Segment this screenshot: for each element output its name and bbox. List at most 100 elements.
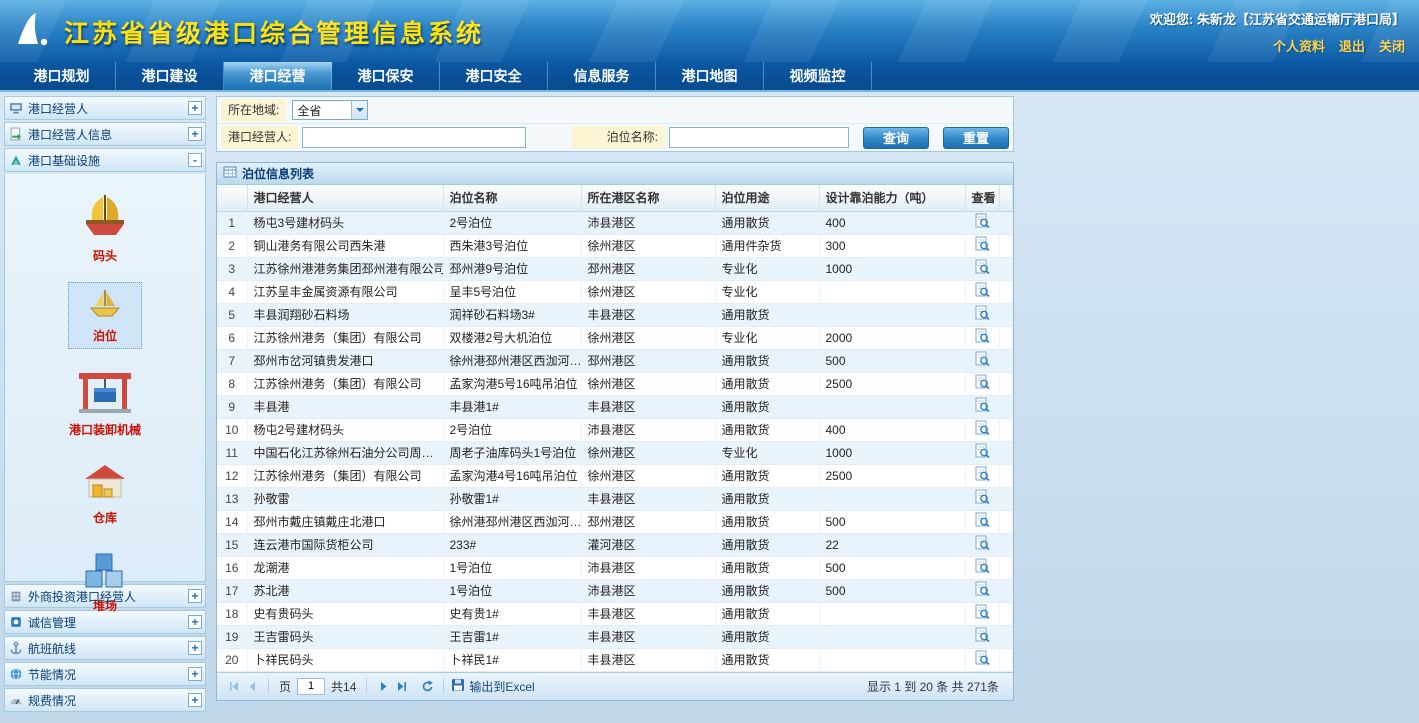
- view-record-icon[interactable]: [975, 236, 990, 252]
- expand-toggle[interactable]: +: [188, 693, 202, 707]
- last-page-icon[interactable]: [392, 677, 410, 695]
- view-record-icon[interactable]: [975, 420, 990, 436]
- nav-tab-port-planning[interactable]: 港口规划: [8, 62, 116, 90]
- table-row[interactable]: 20 卜祥民码头 卜祥民1# 丰县港区 通用散货: [217, 648, 1013, 671]
- operator-cell: 杨屯2号建材码头: [247, 418, 443, 441]
- table-row[interactable]: 19 王吉雷码头 王吉雷1# 丰县港区 通用散货: [217, 625, 1013, 648]
- table-row[interactable]: 2 铜山港务有限公司西朱港 西朱港3号泊位 徐州港区 通用件杂货 300: [217, 234, 1013, 257]
- view-record-icon[interactable]: [975, 535, 990, 551]
- region-select[interactable]: 全省: [292, 100, 368, 120]
- table-row[interactable]: 7 邳州市岔河镇贵发港口 徐州港邳州港区西泇河… 邳州港区 通用散货 500: [217, 349, 1013, 372]
- page-number-input[interactable]: [297, 678, 325, 695]
- view-cell: [965, 579, 999, 602]
- search-button[interactable]: 查询: [863, 127, 929, 149]
- nav-tab-port-map[interactable]: 港口地图: [656, 62, 764, 90]
- next-page-icon[interactable]: [374, 677, 392, 695]
- close-link[interactable]: 关闭: [1379, 36, 1405, 55]
- sidebar-item-port-operator[interactable]: 港口经营人 +: [4, 96, 206, 120]
- sidebar-item-routes[interactable]: 航班航线 +: [4, 636, 206, 660]
- view-record-icon[interactable]: [975, 374, 990, 390]
- content-area: 港口经营人 + 港口经营人信息 + 港口基础设施 -: [0, 92, 1419, 721]
- expand-toggle[interactable]: +: [188, 641, 202, 655]
- table-row[interactable]: 18 史有贵码头 史有贵1# 丰县港区 通用散货: [217, 602, 1013, 625]
- table-row[interactable]: 8 江苏徐州港务（集团）有限公司 孟家沟港5号16吨吊泊位 徐州港区 通用散货 …: [217, 372, 1013, 395]
- facility-item-warehouse[interactable]: 仓库: [64, 456, 146, 531]
- expand-toggle[interactable]: +: [188, 127, 202, 141]
- berth-name-cell: 孟家沟港5号16吨吊泊位: [443, 372, 581, 395]
- table-row[interactable]: 14 邳州市戴庄镇戴庄北港口 徐州港邳州港区西泇河… 邳州港区 通用散货 500: [217, 510, 1013, 533]
- expand-toggle[interactable]: +: [188, 615, 202, 629]
- profile-link[interactable]: 个人资料: [1273, 36, 1325, 55]
- export-excel-button[interactable]: 输出到Excel: [451, 678, 534, 695]
- expand-toggle[interactable]: +: [188, 589, 202, 603]
- usage-cell: 通用散货: [715, 602, 819, 625]
- table-row[interactable]: 10 杨屯2号建材码头 2号泊位 沛县港区 通用散货 400: [217, 418, 1013, 441]
- column-header-capacity[interactable]: 设计靠泊能力（吨）: [819, 185, 965, 211]
- nav-tab-info-service[interactable]: 信息服务: [548, 62, 656, 90]
- table-row[interactable]: 16 龙潮港 1号泊位 沛县港区 通用散货 500: [217, 556, 1013, 579]
- table-row[interactable]: 5 丰县润翔砂石料场 润祥砂石料场3# 丰县港区 通用散货: [217, 303, 1013, 326]
- view-record-icon[interactable]: [975, 305, 990, 321]
- facility-item-yard[interactable]: 堆场: [65, 544, 145, 619]
- prev-page-icon[interactable]: [243, 677, 261, 695]
- facility-item-machinery[interactable]: 港口装卸机械: [52, 362, 158, 443]
- table-row[interactable]: 17 苏北港 1号泊位 沛县港区 通用散货 500: [217, 579, 1013, 602]
- sidebar-item-energy[interactable]: 节能情况 +: [4, 662, 206, 686]
- nav-tab-port-security[interactable]: 港口保安: [332, 62, 440, 90]
- table-row[interactable]: 1 杨屯3号建材码头 2号泊位 沛县港区 通用散货 400: [217, 211, 1013, 234]
- table-row[interactable]: 12 江苏徐州港务（集团）有限公司 孟家沟港4号16吨吊泊位 徐州港区 通用散货…: [217, 464, 1013, 487]
- view-record-icon[interactable]: [975, 558, 990, 574]
- column-header-port-area[interactable]: 所在港区名称: [581, 185, 715, 211]
- nav-tab-video-monitor[interactable]: 视频监控: [764, 62, 872, 90]
- view-record-icon[interactable]: [975, 213, 990, 229]
- view-record-icon[interactable]: [975, 627, 990, 643]
- table-row[interactable]: 11 中国石化江苏徐州石油分公司周… 周老子油库码头1号泊位 徐州港区 专业化 …: [217, 441, 1013, 464]
- view-record-icon[interactable]: [975, 512, 990, 528]
- table-row[interactable]: 13 孙敬雷 孙敬雷1# 丰县港区 通用散货: [217, 487, 1013, 510]
- expand-toggle[interactable]: +: [188, 667, 202, 681]
- table-row[interactable]: 6 江苏徐州港务（集团）有限公司 双楼港2号大机泊位 徐州港区 专业化 2000: [217, 326, 1013, 349]
- nav-tab-port-operation[interactable]: 港口经营: [224, 62, 332, 90]
- column-header-operator[interactable]: 港口经营人: [247, 185, 443, 211]
- sidebar-item-label: 诚信管理: [28, 614, 76, 631]
- view-record-icon[interactable]: [975, 581, 990, 597]
- facility-item-dock[interactable]: 码头: [61, 188, 149, 269]
- table-row[interactable]: 9 丰县港 丰县港1# 丰县港区 通用散货: [217, 395, 1013, 418]
- table-row[interactable]: 4 江苏呈丰金属资源有限公司 呈丰5号泊位 徐州港区 专业化: [217, 280, 1013, 303]
- berth-name-input[interactable]: [669, 127, 849, 148]
- column-header-usage[interactable]: 泊位用途: [715, 185, 819, 211]
- capacity-cell: 1000: [819, 441, 965, 464]
- capacity-cell: 2500: [819, 464, 965, 487]
- logout-link[interactable]: 退出: [1339, 36, 1365, 55]
- column-header-berth-name[interactable]: 泊位名称: [443, 185, 581, 211]
- view-record-icon[interactable]: [975, 328, 990, 344]
- sidebar-item-infrastructure[interactable]: 港口基础设施 -: [4, 148, 206, 172]
- sidebar-item-foreign-investment[interactable]: 外商投资港口经营人 +: [4, 584, 206, 608]
- berth-name-cell: 史有贵1#: [443, 602, 581, 625]
- view-record-icon[interactable]: [975, 259, 990, 275]
- refresh-icon[interactable]: [418, 677, 436, 695]
- filler-cell: [999, 303, 1013, 326]
- view-record-icon[interactable]: [975, 466, 990, 482]
- view-record-icon[interactable]: [975, 282, 990, 298]
- sidebar-item-operator-info[interactable]: 港口经营人信息 +: [4, 122, 206, 146]
- view-record-icon[interactable]: [975, 443, 990, 459]
- facility-item-berth[interactable]: 泊位: [68, 282, 142, 349]
- table-row[interactable]: 3 江苏徐州港港务集团邳州港有限公司 邳州港9号泊位 邳州港区 专业化 1000: [217, 257, 1013, 280]
- view-record-icon[interactable]: [975, 351, 990, 367]
- sidebar-item-fees[interactable]: 规费情况 +: [4, 688, 206, 712]
- view-record-icon[interactable]: [975, 397, 990, 413]
- view-record-icon[interactable]: [975, 489, 990, 505]
- operator-cell: 江苏呈丰金属资源有限公司: [247, 280, 443, 303]
- collapse-toggle[interactable]: -: [188, 153, 202, 167]
- reset-button[interactable]: 重置: [943, 127, 1009, 149]
- berth-icon: [85, 287, 125, 324]
- table-row[interactable]: 15 连云港市国际货柜公司 233# 灌河港区 通用散货 22: [217, 533, 1013, 556]
- operator-input[interactable]: [302, 127, 526, 148]
- nav-tab-port-safety[interactable]: 港口安全: [440, 62, 548, 90]
- first-page-icon[interactable]: [225, 677, 243, 695]
- view-record-icon[interactable]: [975, 604, 990, 620]
- expand-toggle[interactable]: +: [188, 101, 202, 115]
- nav-tab-port-construction[interactable]: 港口建设: [116, 62, 224, 90]
- view-record-icon[interactable]: [975, 650, 990, 666]
